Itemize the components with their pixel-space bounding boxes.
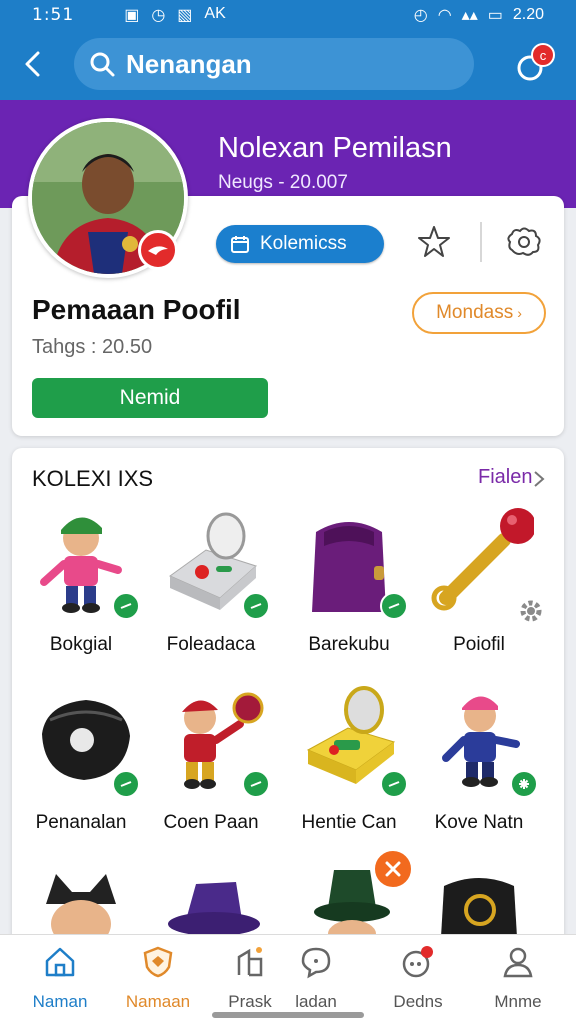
chip-label: Kolemicss (260, 233, 347, 254)
primary-action-button[interactable]: Nemid (32, 378, 268, 418)
collection-item-label: Penanalan (35, 812, 127, 833)
nav-item-label: ladan (295, 992, 337, 1011)
collection-item[interactable] (146, 864, 276, 934)
nav-item-namaan[interactable]: Namaan (108, 945, 208, 1012)
status-time: 1:51 (32, 5, 75, 25)
status-time-right: 2.20 (512, 6, 544, 23)
mondass-button[interactable]: Mondass › (412, 292, 546, 334)
timer-icon: ◷ (151, 7, 166, 24)
figure-icon (46, 874, 116, 934)
collection-item-label: Coen Paan (163, 812, 259, 833)
remove-item-icon[interactable] (372, 848, 414, 890)
status-right-icons: ◴ ◠ ▴▴ ▭ 2.20 (414, 5, 544, 25)
collection-item-label: Barekubu (308, 634, 390, 655)
nav-item-label: Dedns (393, 992, 443, 1011)
notifications-icon (402, 946, 433, 978)
collection-item[interactable]: Foleadaca (146, 506, 276, 676)
hat-icon (168, 882, 260, 934)
calendar-icon (231, 236, 249, 253)
nav-item-profile[interactable]: Mnme (468, 945, 568, 1012)
nav-item-label: Namaan (125, 992, 191, 1011)
collection-item[interactable]: Bokgial (16, 506, 146, 676)
search-bar[interactable]: Nenangan (74, 38, 474, 90)
collection-item[interactable]: Barekubu (284, 506, 414, 676)
star-icon[interactable] (416, 224, 452, 260)
signal-icon: ▴▴ (461, 7, 478, 24)
home-icon (45, 947, 75, 977)
chevron-right-icon[interactable] (532, 470, 546, 488)
collection-item-label: Foleadaca (166, 634, 256, 655)
collection-item[interactable]: Kove Natn (414, 684, 544, 854)
search-input[interactable]: Nenangan (126, 49, 252, 80)
shield-icon (143, 946, 173, 978)
hero-name: Nolexan Pemilasn (218, 132, 452, 164)
collection-item[interactable]: Hentie Can (284, 684, 414, 854)
bag-icon (441, 878, 517, 934)
notification-bell-icon[interactable]: c (512, 40, 558, 86)
search-icon (90, 52, 115, 77)
notification-icon: ▣ (124, 7, 140, 24)
bottom-nav: Naman Namaan Prask ladan Dedns Mnme (0, 934, 576, 1024)
divider (480, 222, 482, 262)
collection-item-label: Bokgial (49, 634, 113, 655)
collection-item[interactable]: Poiofil (414, 506, 544, 676)
wifi-icon: ◠ (437, 7, 452, 24)
collection-item[interactable]: Coen Paan (146, 684, 276, 854)
nav-item-ladan[interactable]: ladan (266, 945, 366, 1012)
settings-icon: ▧ (177, 7, 193, 24)
owned-check-icon (510, 770, 538, 798)
mondass-button-label: Mondass (436, 302, 514, 323)
collection-title: KOLEXI IXS (32, 466, 154, 491)
profile-title: Pemaaan Poofil (32, 294, 241, 325)
owned-check-icon (112, 770, 140, 798)
battery-icon: ▭ (487, 7, 503, 24)
collection-item-label: Poiofil (453, 634, 505, 655)
nav-item-label: Mnme (494, 992, 542, 1011)
nav-item-dedns[interactable]: Dedns (368, 945, 468, 1012)
home-indicator[interactable] (212, 1012, 364, 1018)
settings-gear-icon[interactable] (504, 224, 544, 260)
app-bar: Nenangan c (0, 30, 576, 100)
back-arrow-icon[interactable] (16, 46, 52, 82)
collection-item-label: Hentie Can (301, 812, 397, 833)
notification-badge: c (540, 48, 547, 63)
alarm-icon: ◴ (413, 7, 428, 24)
chat-bubble-icon (301, 947, 331, 979)
collection-item[interactable] (16, 864, 146, 934)
gear-icon[interactable] (518, 598, 544, 624)
user-icon (503, 947, 533, 978)
building-icon (237, 947, 263, 977)
collection-item[interactable]: Penanalan (16, 684, 146, 854)
nav-item-home[interactable]: Naman (10, 945, 110, 1012)
app-icon: AK (204, 5, 226, 22)
collection-see-all-link[interactable]: Fialen (478, 466, 532, 489)
status-bar: 1:51 ▣ ◷ ▧ AK ◴ ◠ ▴▴ ▭ 2.20 (0, 0, 576, 30)
hero-subtitle: Neugs - 20.007 (218, 172, 348, 193)
chevron-right-icon: › (517, 305, 522, 321)
profile-subtitle: Tahgs : 20.50 (32, 336, 153, 358)
owned-check-icon (242, 592, 270, 620)
collection-item-label: Kove Natn (434, 812, 524, 833)
collections-chip[interactable]: Kolemicss (216, 225, 384, 263)
owned-check-icon (242, 770, 270, 798)
nav-item-label: Naman (32, 992, 88, 1011)
team-badge-icon (138, 230, 178, 270)
owned-check-icon (380, 592, 408, 620)
status-left-icons: ▣ ◷ ▧ AK (124, 5, 226, 25)
owned-check-icon (112, 592, 140, 620)
owned-check-icon (380, 770, 408, 798)
collection-item[interactable] (414, 864, 544, 934)
